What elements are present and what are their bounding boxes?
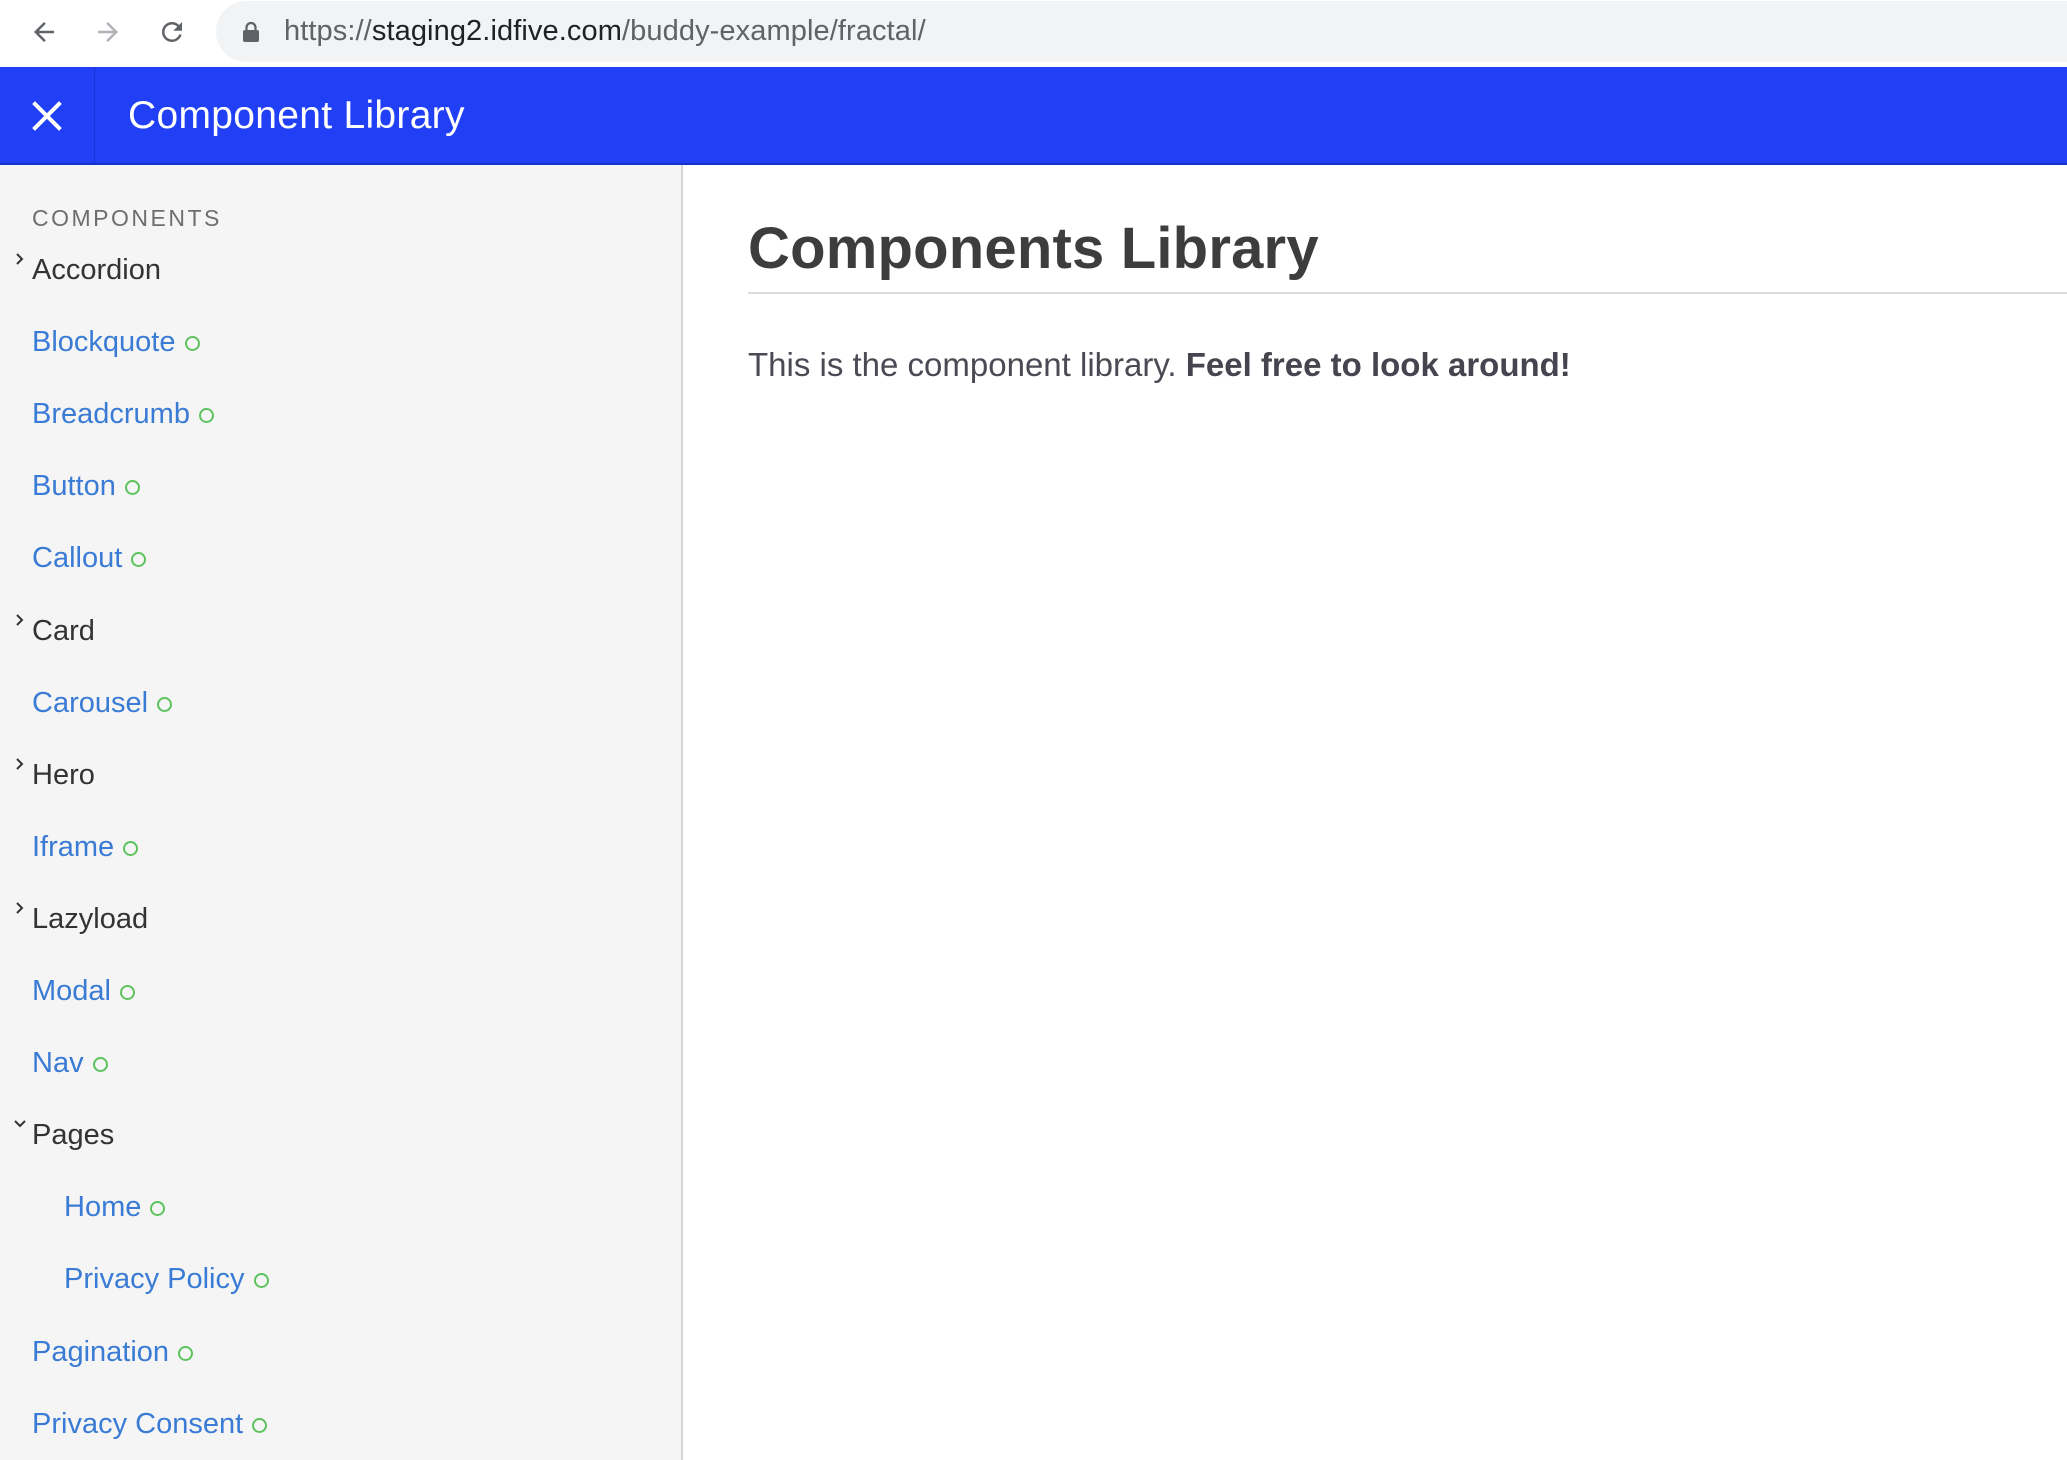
sidebar-item-pagination[interactable]: Pagination <box>32 1330 194 1374</box>
sidebar-item-label: Privacy Consent <box>32 1407 244 1440</box>
sidebar-item-privacy-policy[interactable]: Privacy Policy <box>64 1257 269 1301</box>
intro-paragraph: This is the component library. Feel free… <box>748 346 1571 384</box>
status-ready-icon <box>198 407 214 423</box>
chevron-right-icon <box>16 253 24 265</box>
sidebar-item-label: Privacy Policy <box>64 1262 245 1295</box>
chevron-right-icon <box>16 758 24 770</box>
sidebar-folder-accordion[interactable]: Accordion <box>16 248 161 292</box>
status-ready-icon <box>150 1200 166 1216</box>
url-host: staging2.idfive.com <box>371 15 622 47</box>
status-ready-icon <box>131 551 147 567</box>
arrow-right-icon <box>98 22 118 42</box>
sidebar-item-label: Iframe <box>32 830 115 863</box>
sidebar-item-button[interactable]: Button <box>32 464 140 508</box>
sidebar-item-blockquote[interactable]: Blockquote <box>32 320 200 364</box>
sidebar-item-label: Lazyload <box>32 902 149 935</box>
status-ready-icon <box>92 1056 108 1072</box>
sidebar-item-carousel[interactable]: Carousel <box>32 681 173 725</box>
status-ready-icon <box>123 840 139 856</box>
sidebar-item-label: Button <box>32 469 116 502</box>
browser-toolbar: https://staging2.idfive.com/buddy-exampl… <box>0 0 2067 66</box>
sidebar: COMPONENTS Accordion Blockquote Breadcrumb… <box>0 165 683 1460</box>
lock-icon <box>243 21 259 42</box>
sidebar-item-label: Pages <box>32 1118 115 1151</box>
sidebar-folder-lazyload[interactable]: Lazyload <box>16 897 149 941</box>
url-text: https://staging2.idfive.com/buddy-exampl… <box>284 15 926 48</box>
url-path: /buddy-example/fractal/ <box>622 15 926 47</box>
page-title: Components Library <box>748 216 1319 281</box>
sidebar-item-label: Breadcrumb <box>32 397 190 430</box>
sidebar-item-modal[interactable]: Modal <box>32 969 135 1013</box>
address-bar[interactable]: https://staging2.idfive.com/buddy-exampl… <box>216 1 2067 62</box>
sidebar-item-privacy-consent[interactable]: Privacy Consent <box>32 1402 268 1446</box>
sidebar-item-label: Callout <box>32 541 123 574</box>
sidebar-item-label: Home <box>64 1190 142 1223</box>
forward-button[interactable] <box>86 10 130 54</box>
url-scheme: https:// <box>284 15 372 47</box>
sidebar-item-label: Nav <box>32 1046 84 1079</box>
sidebar-item-home[interactable]: Home <box>64 1185 166 1229</box>
sidebar-item-nav[interactable]: Nav <box>32 1041 108 1085</box>
status-ready-icon <box>252 1417 268 1433</box>
sidebar-folder-pages[interactable]: Pages <box>14 1113 115 1157</box>
status-ready-icon <box>178 1345 194 1361</box>
status-ready-icon <box>253 1272 269 1288</box>
sidebar-item-breadcrumb[interactable]: Breadcrumb <box>32 392 214 436</box>
app-title: Component Library <box>128 94 465 137</box>
status-ready-icon <box>124 479 140 495</box>
sidebar-item-label: Blockquote <box>32 325 176 358</box>
status-ready-icon <box>184 335 200 351</box>
app-header: Component Library <box>0 67 2067 165</box>
main-content: Components Library This is the component… <box>685 165 2067 1460</box>
chevron-right-icon <box>16 902 24 914</box>
reload-button[interactable] <box>150 10 194 54</box>
intro-text: This is the component library. <box>748 346 1186 383</box>
sidebar-item-callout[interactable]: Callout <box>32 536 147 580</box>
sidebar-folder-hero[interactable]: Hero <box>16 753 95 797</box>
sidebar-item-label: Carousel <box>32 686 149 719</box>
back-button[interactable] <box>22 10 66 54</box>
arrow-left-icon <box>34 22 54 42</box>
sidebar-item-label: Hero <box>32 758 95 791</box>
sidebar-item-label: Card <box>32 614 95 647</box>
sidebar-folder-card[interactable]: Card <box>16 609 95 653</box>
sidebar-item-iframe[interactable]: Iframe <box>32 825 139 869</box>
sidebar-item-label: Accordion <box>32 253 161 286</box>
close-sidebar-button[interactable] <box>0 67 95 165</box>
section-label: COMPONENTS <box>32 205 222 231</box>
reload-icon <box>161 21 182 42</box>
sidebar-item-label: Pagination <box>32 1335 170 1368</box>
status-ready-icon <box>157 696 173 712</box>
close-icon <box>32 101 62 131</box>
title-divider <box>748 292 2067 294</box>
chevron-right-icon <box>16 614 24 626</box>
chevron-down-icon <box>14 1120 26 1128</box>
intro-bold-text: Feel free to look around! <box>1185 346 1571 383</box>
status-ready-icon <box>120 984 135 1000</box>
sidebar-item-label: Modal <box>32 974 111 1007</box>
